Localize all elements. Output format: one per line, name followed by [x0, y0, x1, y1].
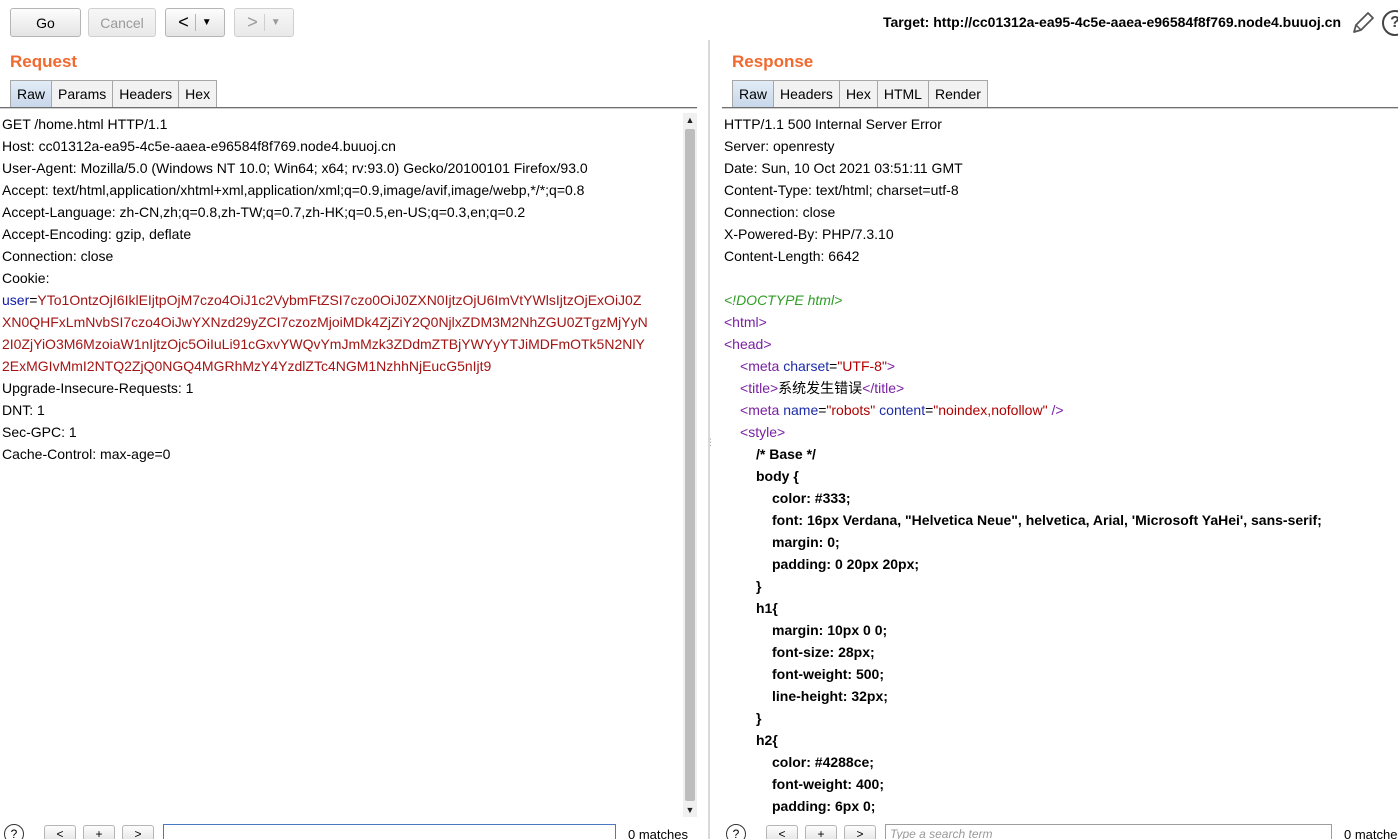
search-input[interactable]: [163, 824, 616, 839]
cookie-value: YTo1OntzOjI6IklEIjtpOjM7czo4OiJ1c2VybmFt…: [37, 292, 642, 308]
css-line: font-size: 28px;: [772, 644, 875, 660]
search-next-button[interactable]: >: [122, 825, 154, 839]
tab-headers[interactable]: Headers: [113, 80, 180, 108]
response-search-bar: ? < + > Type a search term 0 matches: [722, 823, 1398, 839]
request-line: Accept-Language: zh-CN,zh;q=0.8,zh-TW;q=…: [2, 204, 526, 220]
request-tabs: Raw Params Headers Hex: [10, 80, 218, 108]
request-title: Request: [10, 52, 78, 71]
request-editor[interactable]: GET /home.html HTTP/1.1 Host: cc01312a-e…: [2, 113, 683, 817]
css-line: h2{: [756, 732, 778, 748]
css-line: line-height: 32px;: [772, 688, 888, 704]
search-add-button[interactable]: +: [83, 825, 115, 839]
match-count: 0 matches: [1344, 827, 1398, 839]
title-line: <title>系统发生错误</title>: [740, 380, 905, 397]
search-add-button[interactable]: +: [805, 825, 837, 839]
css-line: color: #4288ce;: [772, 754, 874, 770]
tab-html[interactable]: HTML: [877, 80, 929, 108]
back-button[interactable]: < ▼: [165, 8, 225, 37]
doctype-line: <!DOCTYPE html>: [724, 292, 843, 308]
scroll-up-icon[interactable]: ▲: [683, 113, 697, 127]
cookie-value: XN0QHFxLmNvbSI7czo4OiJwYXNzd29yZCI7czozM…: [2, 314, 648, 330]
request-line: Cookie:: [2, 270, 50, 286]
response-line: Date: Sun, 10 Oct 2021 03:51:11 GMT: [724, 160, 963, 176]
chevron-right-icon: >: [247, 12, 258, 32]
response-line: X-Powered-By: PHP/7.3.10: [724, 226, 894, 242]
chevron-left-icon: <: [178, 12, 189, 32]
search-prev-button[interactable]: <: [766, 825, 798, 839]
response-line: Content-Length: 6642: [724, 248, 860, 264]
dropdown-arrow-icon[interactable]: ▼: [202, 17, 212, 28]
css-line: body {: [756, 468, 799, 484]
cancel-button[interactable]: Cancel: [88, 8, 156, 37]
cookie-line: user=YTo1OntzOjI6IklEIjtpOjM7czo4OiJ1c2V…: [2, 292, 642, 308]
meta-robots-line: <meta name="robots" content="noindex,nof…: [740, 402, 1064, 418]
cookie-value: 2ExMGIvMmI2NTQ2ZjQ0NGQ4MGRhMzY4YzdlZTc4N…: [2, 358, 492, 374]
cookie-value: 2I0ZjYiO3M6MzoiaW1nIjtzOjc5OiIuLi91cGxvY…: [2, 336, 645, 352]
tab-hex[interactable]: Hex: [839, 80, 878, 108]
help-icon[interactable]: ?: [1382, 10, 1398, 36]
divider-grip-icon[interactable]: ⋮: [706, 437, 715, 453]
request-line: Accept: text/html,application/xhtml+xml,…: [2, 182, 585, 198]
request-pane: Request Raw Params Headers Hex GET /home…: [0, 44, 697, 839]
request-line: GET /home.html HTTP/1.1: [2, 116, 168, 132]
tab-params[interactable]: Params: [52, 80, 114, 108]
request-line: Cache-Control: max-age=0: [2, 446, 171, 462]
tab-raw[interactable]: Raw: [732, 80, 775, 108]
scroll-thumb[interactable]: [685, 129, 695, 801]
response-pane: Response Raw Headers Hex HTML Render HTT…: [722, 44, 1398, 839]
search-next-button[interactable]: >: [844, 825, 876, 839]
request-line: User-Agent: Mozilla/5.0 (Windows NT 10.0…: [2, 160, 588, 176]
search-prev-button[interactable]: <: [44, 825, 76, 839]
main-toolbar: Go Cancel < ▼ > ▼ Target: http://cc01312…: [0, 0, 1398, 44]
response-line: Connection: close: [724, 204, 836, 220]
style-open-line: <style>: [740, 424, 786, 440]
css-line: margin: 0;: [772, 534, 840, 550]
response-title: Response: [732, 52, 814, 71]
request-line: DNT: 1: [2, 402, 45, 418]
match-count: 0 matches: [628, 827, 688, 839]
meta-charset-line: <meta charset="UTF-8">: [740, 358, 896, 374]
tab-hex[interactable]: Hex: [179, 80, 218, 108]
html-open-line: <html>: [724, 314, 767, 330]
help-icon[interactable]: ?: [726, 824, 746, 839]
css-line: margin: 10px 0 0;: [772, 622, 888, 638]
request-line: Connection: close: [2, 248, 114, 264]
css-line: padding: 6px 0;: [772, 798, 876, 814]
cookie-name: user: [2, 292, 30, 308]
request-line: Upgrade-Insecure-Requests: 1: [2, 380, 194, 396]
css-line: color: #333;: [772, 490, 851, 506]
request-line: Host: cc01312a-ea95-4c5e-aaea-e96584f8f7…: [2, 138, 396, 154]
css-line: h1{: [756, 600, 778, 616]
request-line: Sec-GPC: 1: [2, 424, 77, 440]
help-icon[interactable]: ?: [4, 824, 24, 839]
css-line: font: 16px Verdana, "Helvetica Neue", he…: [772, 512, 1322, 528]
css-line: padding: 0 20px 20px;: [772, 556, 920, 572]
tab-headers[interactable]: Headers: [774, 80, 840, 108]
css-line: }: [756, 578, 762, 594]
request-scrollbar[interactable]: ▲ ▼: [683, 113, 697, 817]
pencil-icon[interactable]: [1350, 10, 1376, 36]
scroll-down-icon[interactable]: ▼: [683, 803, 697, 817]
css-line: }: [756, 710, 762, 726]
forward-button[interactable]: > ▼: [234, 8, 294, 37]
target-label: Target: http://cc01312a-ea95-4c5e-aaea-e…: [882, 14, 1341, 30]
search-input[interactable]: Type a search term: [885, 824, 1332, 839]
css-line: font-weight: 500;: [772, 666, 884, 682]
head-open-line: <head>: [724, 336, 772, 352]
request-line: Accept-Encoding: gzip, deflate: [2, 226, 192, 242]
go-button[interactable]: Go: [10, 8, 81, 37]
tab-render[interactable]: Render: [928, 80, 988, 108]
response-viewer[interactable]: HTTP/1.1 500 Internal Server Error Serve…: [724, 113, 1398, 817]
response-line: HTTP/1.1 500 Internal Server Error: [724, 116, 942, 132]
request-search-bar: ? < + > 0 matches: [0, 823, 697, 839]
dropdown-arrow-icon[interactable]: ▼: [271, 17, 281, 28]
response-tabs: Raw Headers Hex HTML Render: [732, 80, 988, 108]
response-line: Content-Type: text/html; charset=utf-8: [724, 182, 959, 198]
css-line: /* Base */: [756, 446, 816, 462]
tab-raw[interactable]: Raw: [10, 80, 53, 108]
css-line: font-weight: 400;: [772, 776, 884, 792]
response-line: Server: openresty: [724, 138, 835, 154]
